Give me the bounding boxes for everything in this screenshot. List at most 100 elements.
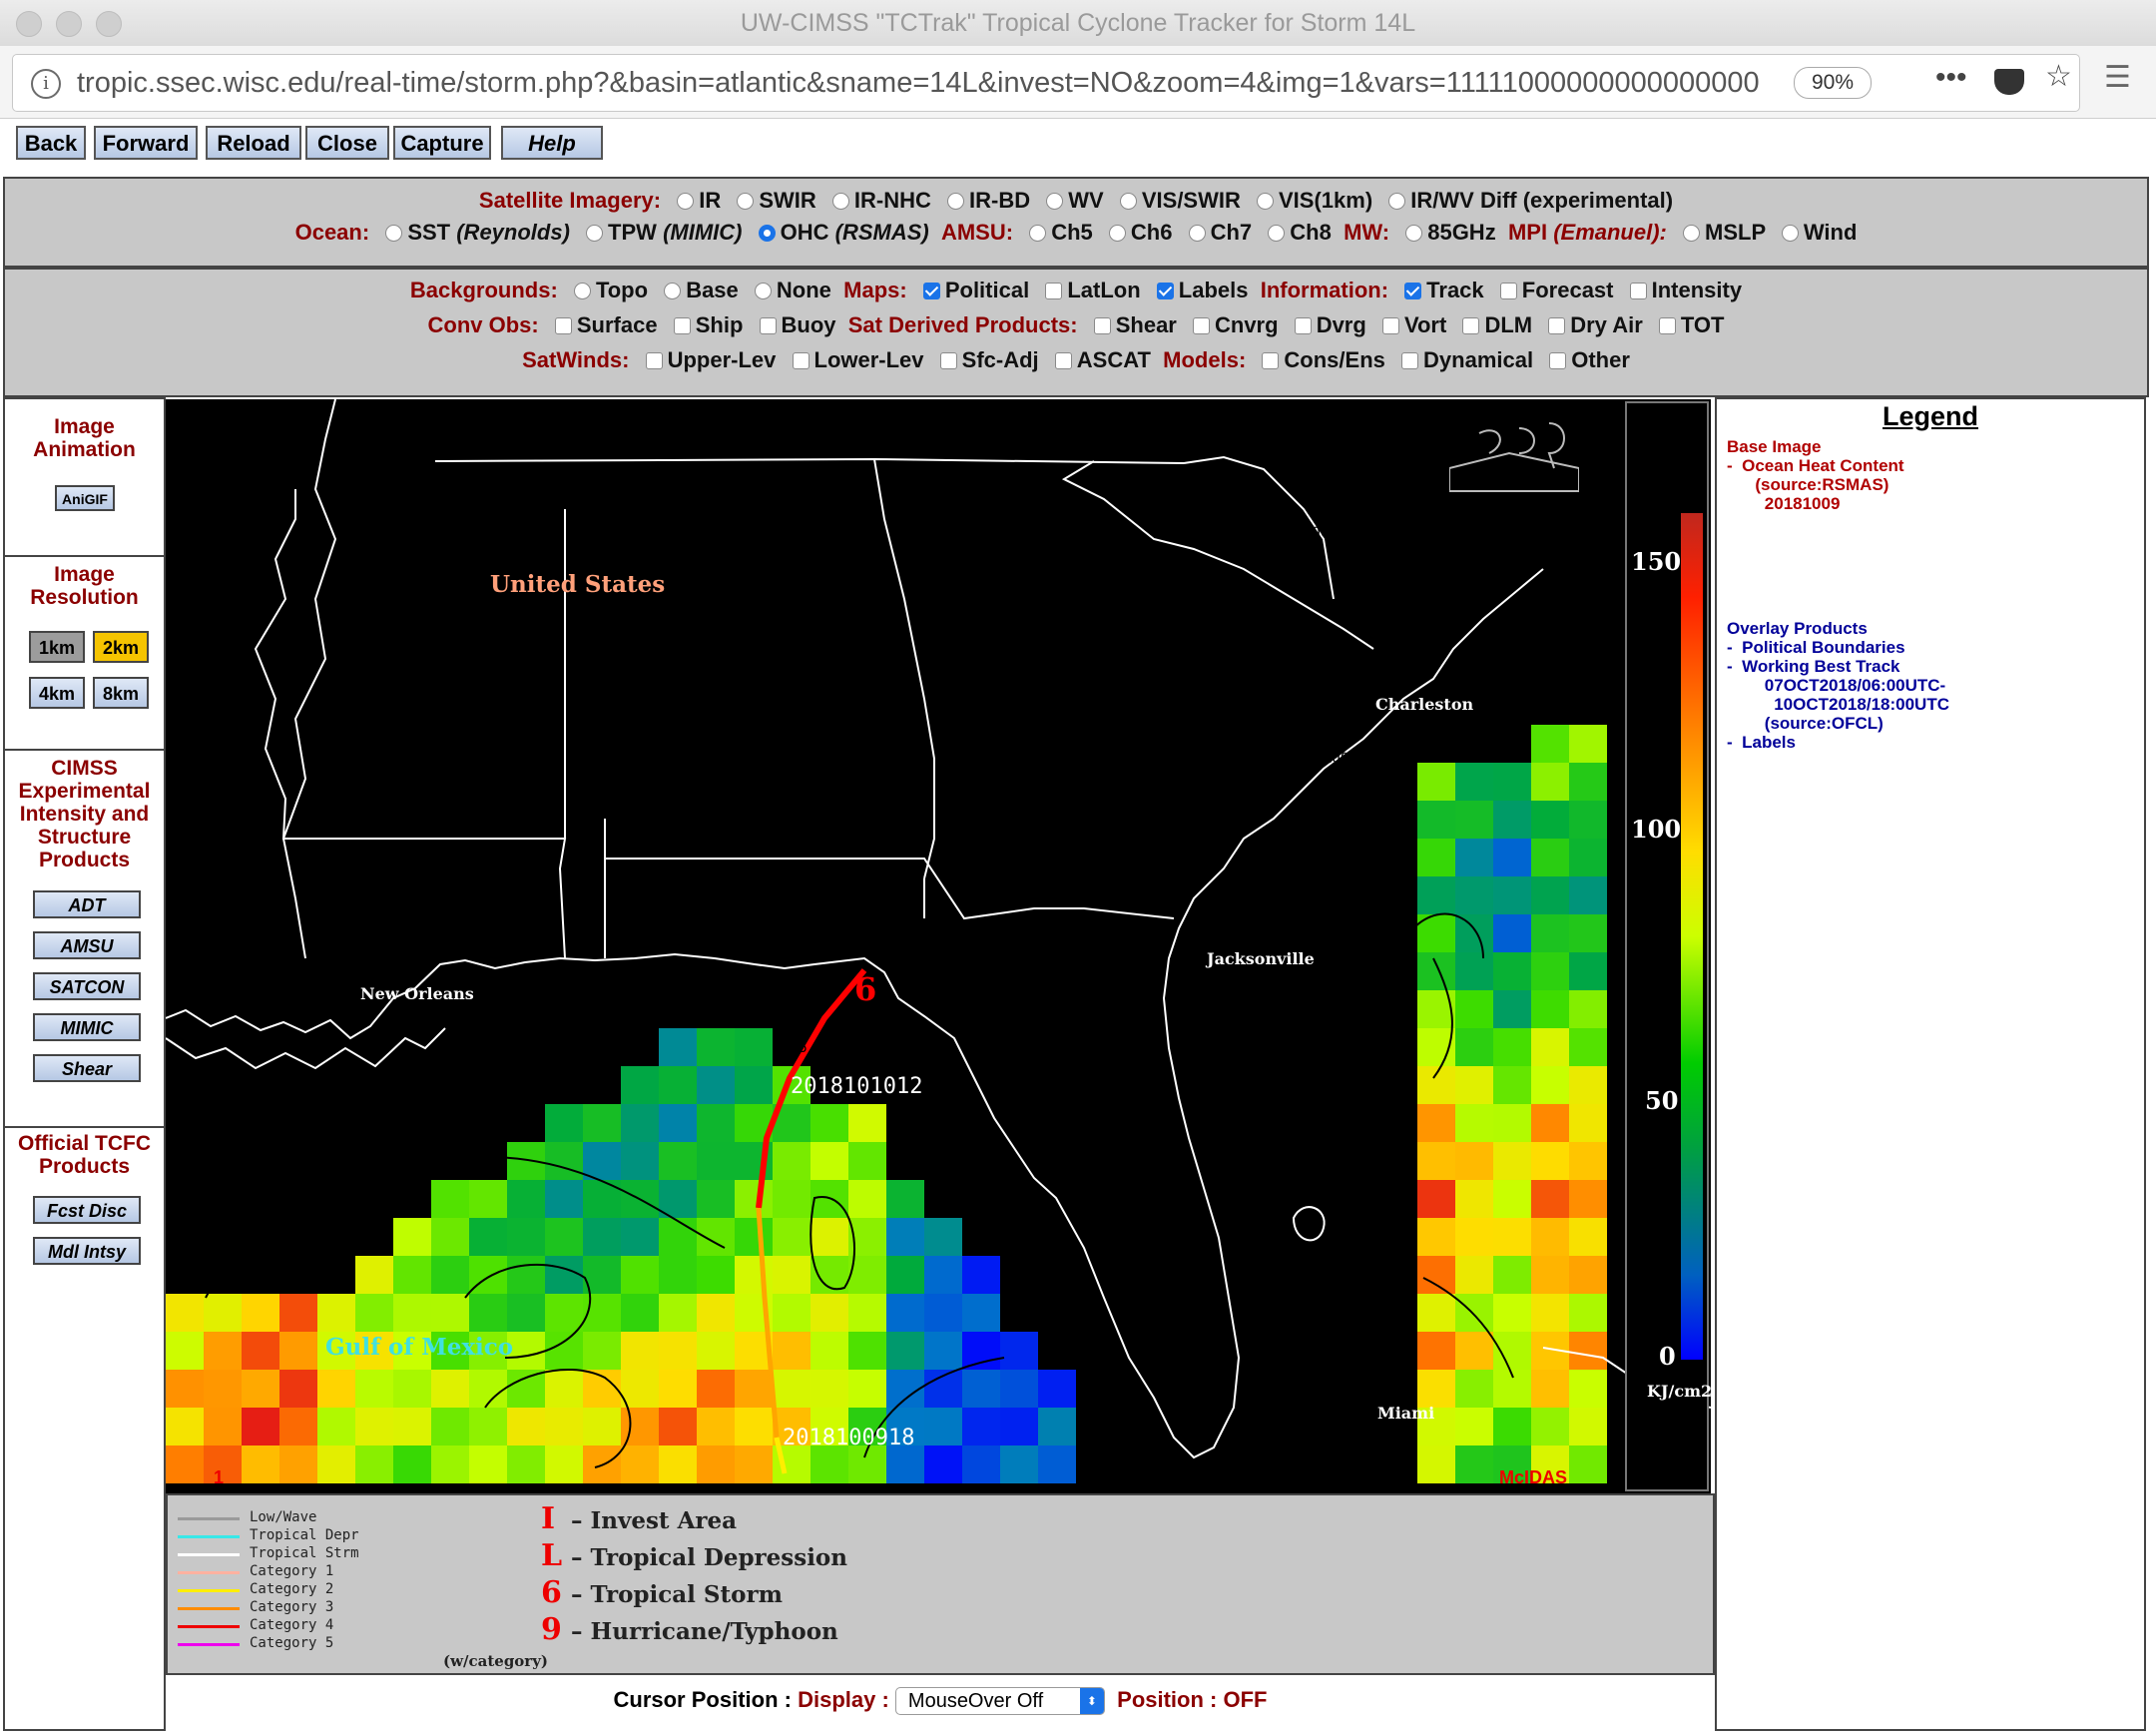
dynamical-checkbox[interactable] (1401, 352, 1419, 369)
dry-air-checkbox[interactable] (1548, 317, 1566, 334)
res-4km-button[interactable]: 4km (29, 677, 85, 709)
ch7-label: Ch7 (1210, 220, 1253, 245)
ohc-cell (204, 1332, 242, 1370)
ir-nhc-radio[interactable] (831, 193, 849, 210)
display-select[interactable]: MouseOver Off ⬍ (894, 1687, 1105, 1716)
pocket-icon[interactable] (1994, 69, 2024, 95)
vort-checkbox[interactable] (1381, 317, 1399, 334)
dlm-checkbox[interactable] (1462, 317, 1480, 334)
anigif-button[interactable]: AniGIF (55, 485, 115, 511)
shear-checkbox[interactable] (1093, 317, 1111, 334)
buoy-checkbox[interactable] (759, 317, 777, 334)
ohc-cell (1569, 1180, 1607, 1218)
cnvrg-checkbox[interactable] (1193, 317, 1210, 334)
ship-checkbox[interactable] (673, 317, 691, 334)
satellite-imagery-row: Satellite Imagery: IR SWIR IR-NHC IR-BD … (5, 188, 2147, 214)
key-line-swatch (178, 1517, 240, 1520)
zoom-level[interactable]: 90% (1794, 67, 1872, 99)
ohc-cell (1417, 1370, 1455, 1408)
wv-radio[interactable] (1046, 193, 1064, 210)
ohc-cell (355, 1408, 393, 1446)
mimic-button[interactable]: MIMIC (33, 1013, 141, 1041)
ch8-radio[interactable] (1268, 225, 1286, 242)
cons-ens-checkbox[interactable] (1262, 352, 1280, 369)
tot-checkbox[interactable] (1658, 317, 1676, 334)
other-checkbox[interactable] (1549, 352, 1567, 369)
tpw-radio[interactable] (586, 225, 604, 242)
legend-overlay-line-4: 10OCT2018/18:00UTC (1727, 695, 1949, 714)
ir-radio[interactable] (677, 193, 695, 210)
ch8-label: Ch8 (1290, 220, 1332, 245)
ohc-cell (1531, 1408, 1569, 1446)
bookmark-star-icon[interactable]: ☆ (2045, 59, 2072, 94)
ohc-cell (962, 1408, 1000, 1446)
ascat-checkbox[interactable] (1054, 352, 1072, 369)
capture-button[interactable]: Capture (393, 126, 491, 160)
ohc-cell (886, 1446, 924, 1483)
ir-bd-radio[interactable] (947, 193, 965, 210)
adt-button[interactable]: ADT (33, 890, 141, 918)
ch7-radio[interactable] (1188, 225, 1206, 242)
vis-swir-radio[interactable] (1119, 193, 1137, 210)
ohc-cell (1569, 990, 1607, 1028)
sst-label: SST (407, 220, 451, 245)
sst-radio[interactable] (385, 225, 403, 242)
political-checkbox[interactable] (922, 283, 940, 299)
ohc-cell (621, 1294, 659, 1332)
ohc-cell (355, 1256, 393, 1294)
swir-radio[interactable] (737, 193, 755, 210)
ohc-cell (1531, 763, 1569, 801)
url-text[interactable]: tropic.ssec.wisc.edu/real-time/storm.php… (77, 67, 1774, 100)
fcst-disc-button[interactable]: Fcst Disc (33, 1196, 141, 1224)
mdl-intsy-button[interactable]: Mdl Intsy (33, 1237, 141, 1265)
ch6-radio[interactable] (1108, 225, 1126, 242)
help-button[interactable]: Help (501, 126, 603, 160)
surface-checkbox[interactable] (554, 317, 572, 334)
sfc-adj-checkbox[interactable] (939, 352, 957, 369)
more-actions-icon[interactable]: ••• (1935, 61, 1967, 95)
ir-label: IR (699, 188, 722, 213)
ir-wv-diff-radio[interactable] (1388, 193, 1406, 210)
close-button[interactable]: Close (305, 126, 389, 160)
ohc-cell (810, 1218, 848, 1256)
latlon-checkbox[interactable] (1045, 283, 1063, 299)
storm-map[interactable]: 75 50 100 75 100 75 100 75 75 50 75 50 75 50 75 50 50 75 1… (166, 399, 1711, 1493)
back-button[interactable]: Back (16, 126, 86, 160)
contour-label: 100 (509, 710, 535, 726)
ohc-cell (1493, 990, 1531, 1028)
85ghz-label: 85GHz (1427, 220, 1496, 245)
satcon-button[interactable]: SATCON (33, 972, 141, 1000)
vis-1km-radio[interactable] (1257, 193, 1274, 210)
lower-lev-checkbox[interactable] (792, 352, 809, 369)
ch5-radio[interactable] (1029, 225, 1047, 242)
shear-button[interactable]: Shear (33, 1054, 141, 1082)
info-icon[interactable]: i (31, 69, 61, 99)
amsu-button[interactable]: AMSU (33, 931, 141, 959)
mslp-radio[interactable] (1683, 225, 1700, 242)
intensity-checkbox[interactable] (1629, 283, 1647, 299)
none-radio[interactable] (754, 283, 772, 299)
surface-label: Surface (576, 312, 658, 337)
forward-button[interactable]: Forward (94, 126, 198, 160)
ohc-cell (1455, 1332, 1493, 1370)
menu-icon[interactable]: ☰ (2104, 60, 2131, 95)
wind-radio[interactable] (1781, 225, 1799, 242)
reload-button[interactable]: Reload (206, 126, 301, 160)
track-checkbox[interactable] (1404, 283, 1422, 299)
ohc-cell (469, 1446, 507, 1483)
ohc-cell (1531, 876, 1569, 914)
address-bar[interactable]: i tropic.ssec.wisc.edu/real-time/storm.p… (12, 54, 2080, 112)
dvrg-checkbox[interactable] (1294, 317, 1312, 334)
ohc-cell (848, 1180, 886, 1218)
forecast-checkbox[interactable] (1499, 283, 1517, 299)
res-2km-button[interactable]: 2km (93, 631, 149, 663)
res-8km-button[interactable]: 8km (93, 677, 149, 709)
85ghz-radio[interactable] (1405, 225, 1423, 242)
base-radio[interactable] (664, 283, 682, 299)
topo-radio[interactable] (573, 283, 591, 299)
upper-lev-checkbox[interactable] (645, 352, 663, 369)
labels-checkbox[interactable] (1156, 283, 1174, 299)
res-1km-button[interactable]: 1km (29, 631, 85, 663)
ohc-radio[interactable] (758, 225, 776, 242)
ohc-cell (545, 1180, 583, 1218)
